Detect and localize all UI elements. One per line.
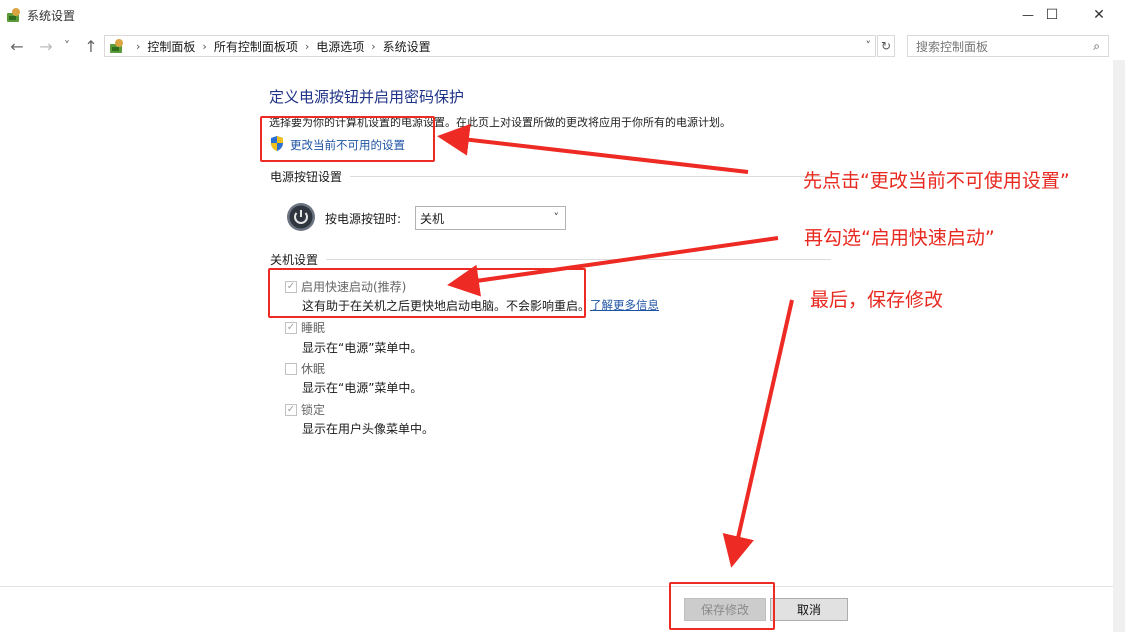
annotation-step-1: 先点击“更改当前不可使用设置” (803, 170, 1070, 192)
annotation-arrows (437, 123, 794, 568)
annotation-arrow-1 (437, 123, 749, 174)
annotation-step-2: 再勾选“启用快速启动” (804, 227, 995, 249)
annotation-step-3: 最后，保存修改 (810, 289, 944, 311)
annotation-arrow-2 (447, 236, 779, 297)
annotation-arrow-3 (722, 299, 794, 568)
